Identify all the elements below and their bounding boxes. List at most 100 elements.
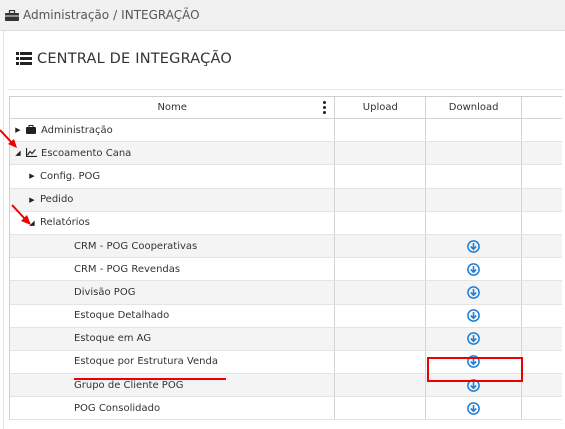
cell-upload	[335, 327, 427, 350]
cell-extra	[522, 374, 562, 396]
cell-upload	[335, 119, 427, 142]
row-label: Divisão POG	[74, 286, 136, 298]
column-header-download-label: Download	[448, 102, 499, 113]
tree-row[interactable]: ◢ Relatórios	[10, 211, 562, 235]
cell-download	[426, 165, 523, 188]
cell-extra	[522, 165, 562, 187]
tree-row[interactable]: ▶ Config. POG	[10, 165, 562, 189]
cell-extra	[522, 281, 562, 303]
annotation-arrow-escoamento	[0, 129, 17, 148]
row-label: Administração	[41, 124, 113, 136]
caret-expanded-icon[interactable]: ◢	[13, 149, 23, 157]
cell-upload	[335, 188, 427, 211]
cell-download	[426, 234, 523, 258]
cell-upload	[335, 350, 427, 374]
column-header-download[interactable]: Download	[426, 97, 523, 118]
column-header-name[interactable]: Nome	[10, 97, 336, 118]
cell-extra	[522, 258, 562, 280]
column-header-upload-label: Upload	[362, 102, 398, 113]
cell-extra	[522, 119, 562, 141]
breadcrumb: Administração / INTEGRAÇÃO	[0, 0, 565, 31]
cell-name: Estoque Detalhado	[10, 304, 336, 327]
row-label: Estoque Detalhado	[74, 310, 170, 322]
cell-extra	[522, 397, 562, 419]
cell-name: POG Consolidado	[10, 397, 336, 420]
cell-name: Divisão POG	[10, 281, 336, 304]
tree-row[interactable]: ▶ Pedido	[10, 188, 562, 212]
column-header-extra	[522, 97, 562, 118]
row-label: Grupo de Cliente POG	[74, 379, 184, 391]
cell-name: ◢ Escoamento Cana	[10, 142, 336, 165]
tree-row[interactable]: POG Consolidado	[10, 397, 562, 421]
cell-extra	[522, 189, 562, 211]
row-label: CRM - POG Revendas	[74, 263, 181, 275]
cell-name: CRM - POG Revendas	[10, 258, 336, 281]
breadcrumb-current: INTEGRAÇÃO	[121, 8, 200, 22]
cell-name: ◢ Relatórios	[10, 211, 336, 234]
cell-upload	[335, 397, 427, 420]
cell-upload	[335, 258, 427, 281]
tree-row[interactable]: CRM - POG Cooperativas	[10, 234, 562, 259]
column-header-name-label: Nome	[157, 102, 187, 113]
cell-download	[426, 258, 523, 281]
page-title: CENTRAL DE INTEGRAÇÃO	[16, 51, 232, 67]
page-title-text: CENTRAL DE INTEGRAÇÃO	[37, 51, 232, 67]
annotation-underline	[74, 378, 226, 380]
cell-download	[426, 211, 523, 234]
download-icon[interactable]	[467, 239, 481, 253]
cell-extra	[522, 328, 562, 350]
tree-row[interactable]: Estoque Detalhado	[10, 304, 562, 328]
cell-upload	[335, 142, 427, 165]
row-label: Estoque por Estrutura Venda	[74, 356, 218, 368]
grid-header: Nome Upload Download	[10, 97, 562, 119]
column-menu-icon[interactable]	[323, 101, 327, 114]
cell-download	[426, 119, 523, 142]
annotation-highlight-box	[427, 357, 523, 382]
annotation-arrow-relatorios	[11, 204, 31, 225]
cell-upload	[335, 374, 427, 397]
row-label: Config. POG	[40, 170, 101, 182]
cell-upload	[335, 281, 427, 304]
cell-extra	[522, 351, 562, 373]
cell-download	[426, 281, 523, 304]
download-icon[interactable]	[467, 286, 481, 299]
download-icon[interactable]	[467, 401, 481, 415]
row-label: Estoque em AG	[74, 333, 152, 345]
cell-upload	[335, 165, 427, 188]
download-icon[interactable]	[467, 332, 481, 346]
cell-name: ▶ Administração	[10, 119, 336, 142]
cell-download	[426, 188, 523, 211]
tree-row[interactable]: ▶ Administração	[10, 119, 562, 143]
cell-extra	[522, 212, 562, 234]
line-chart-icon	[26, 148, 37, 158]
download-icon[interactable]	[467, 309, 481, 322]
title-divider	[8, 89, 564, 90]
cell-name: ▶ Pedido	[10, 188, 336, 211]
briefcase-icon	[26, 125, 37, 135]
row-label: POG Consolidado	[74, 402, 161, 414]
list-icon	[16, 52, 33, 66]
cell-extra	[522, 235, 562, 257]
breadcrumb-root[interactable]: Administração	[23, 8, 109, 22]
column-header-upload[interactable]: Upload	[335, 97, 427, 118]
breadcrumb-separator: /	[113, 8, 118, 22]
row-label: Relatórios	[40, 217, 90, 229]
tree-row[interactable]: CRM - POG Revendas	[10, 258, 562, 282]
download-icon[interactable]	[467, 262, 481, 276]
cell-extra	[522, 305, 562, 327]
briefcase-icon	[5, 9, 20, 21]
tree-row[interactable]: Divisão POG	[10, 281, 562, 305]
cell-upload	[335, 234, 427, 258]
cell-name: Estoque em AG	[10, 327, 336, 350]
cell-extra	[522, 142, 562, 164]
row-label: Escoamento Cana	[41, 147, 132, 159]
cell-download	[426, 397, 523, 420]
row-label: CRM - POG Cooperativas	[74, 240, 198, 252]
caret-collapsed-icon[interactable]: ▶	[27, 172, 37, 180]
cell-name: CRM - POG Cooperativas	[10, 234, 336, 258]
cell-download	[426, 304, 523, 327]
tree-row[interactable]: ◢ Escoamento Cana	[10, 142, 562, 166]
cell-name: Estoque por Estrutura Venda	[10, 350, 336, 374]
cell-download	[426, 327, 523, 350]
tree-row[interactable]: Estoque em AG	[10, 327, 562, 351]
